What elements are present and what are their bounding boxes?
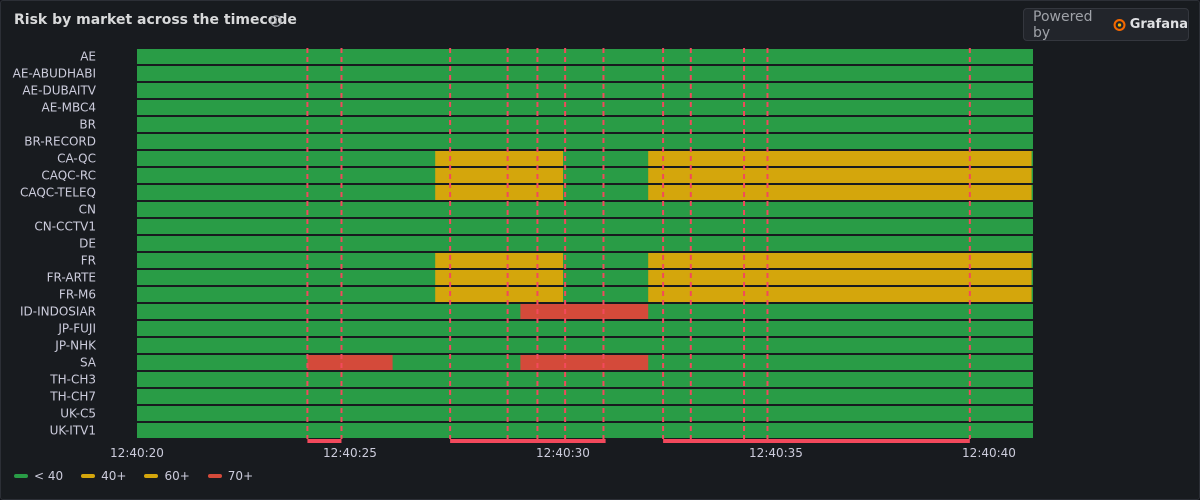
state-bar-br[interactable] (137, 117, 1033, 132)
market-label: UK-C5 (60, 407, 96, 421)
state-bar-ae[interactable] (137, 49, 1033, 64)
timeline-rows (137, 49, 1033, 438)
state-segment-medium[interactable] (435, 287, 563, 302)
market-label: FR-ARTE (47, 271, 96, 285)
state-segment-medium[interactable] (648, 151, 1032, 166)
state-timeline-chart: AE AE-ABUDHABI AE-DUBAITV AE-MBC4 BR BR-RECOR… (13, 48, 1033, 460)
state-segment-medium[interactable] (648, 168, 1032, 183)
state-segment-medium[interactable] (435, 270, 563, 285)
legend-item[interactable]: 60+ (144, 469, 190, 483)
market-label: CN-CCTV1 (34, 220, 96, 234)
state-bar-ae-mbc4[interactable] (137, 100, 1033, 115)
legend-swatch (14, 474, 28, 478)
market-label: BR-RECORD (24, 135, 96, 149)
state-bar-cn-cctv1[interactable] (137, 219, 1033, 234)
annotation-region-marker[interactable] (663, 439, 970, 443)
market-label: UK-ITV1 (50, 424, 96, 438)
state-bar-jp-nhk[interactable] (137, 338, 1033, 353)
market-label: FR-M6 (59, 288, 96, 302)
state-bar-uk-c5[interactable] (137, 406, 1033, 421)
state-bar-cn[interactable] (137, 202, 1033, 217)
state-segment-medium[interactable] (435, 185, 563, 200)
state-segment-medium[interactable] (435, 151, 563, 166)
powered-by-text: Powered by (1033, 8, 1093, 41)
state-segment-high[interactable] (520, 304, 649, 319)
market-label: ID-INDOSIAR (20, 305, 96, 319)
grafana-brand-text: Grafana (1129, 17, 1188, 32)
state-bar-ae-dubaitv[interactable] (137, 83, 1033, 98)
chart-legend: < 40 40+ 60+ 70+ (14, 469, 253, 483)
state-segment-medium[interactable] (648, 185, 1032, 200)
x-tick-label: 12:40:40 (962, 446, 1016, 460)
x-tick-label: 12:40:25 (323, 446, 377, 460)
legend-label: 70+ (227, 469, 254, 483)
state-segment-high[interactable] (307, 355, 393, 370)
state-bar-br-record[interactable] (137, 134, 1033, 149)
market-label: JP-FUJI (57, 322, 96, 336)
market-label: CAQC-TELEQ (20, 186, 96, 200)
state-bar-jp-fuji[interactable] (137, 321, 1033, 336)
market-label: AE-ABUDHABI (13, 67, 96, 81)
legend-swatch (207, 474, 222, 478)
grafana-logo-icon (1113, 18, 1126, 31)
state-segment-high[interactable] (520, 355, 649, 370)
market-label: TH-CH3 (49, 373, 96, 387)
state-segment-medium[interactable] (648, 270, 1032, 285)
market-label: DE (79, 237, 96, 251)
legend-label: 60+ (164, 469, 190, 483)
annotation-region-marker[interactable] (450, 439, 606, 443)
powered-by-badge[interactable]: Powered by Grafana (1023, 8, 1189, 41)
state-bar-ae-abudhabi[interactable] (137, 66, 1033, 81)
legend-label: < 40 (34, 469, 64, 483)
market-label: TH-CH7 (49, 390, 96, 404)
legend-swatch (81, 474, 96, 478)
market-label: CAQC-RC (41, 169, 96, 183)
legend-label: 40+ (101, 469, 127, 483)
market-label: AE-DUBAITV (22, 84, 96, 98)
state-segment-medium[interactable] (648, 253, 1032, 268)
market-label: SA (80, 356, 97, 370)
market-label: FR (81, 254, 96, 268)
legend-item[interactable]: < 40 (14, 469, 63, 483)
legend-item[interactable]: 40+ (81, 469, 126, 483)
legend-swatch (144, 474, 159, 478)
state-bar-th-ch7[interactable] (137, 389, 1033, 404)
state-segment-medium[interactable] (435, 168, 563, 183)
market-label: CA-QC (57, 152, 96, 166)
legend-item[interactable]: 70+ (207, 469, 254, 483)
state-bar-de[interactable] (137, 236, 1033, 251)
state-segment-medium[interactable] (435, 253, 563, 268)
state-bar-th-ch3[interactable] (137, 372, 1033, 387)
market-label: AE-MBC4 (41, 101, 96, 115)
x-tick-label: 12:40:35 (749, 446, 803, 460)
market-label: AE (80, 50, 96, 64)
market-label: CN (79, 203, 96, 217)
market-label: JP-NHK (54, 339, 97, 353)
x-tick-label: 12:40:20 (110, 446, 164, 460)
market-label: BR (79, 118, 96, 132)
state-bar-uk-itv1[interactable] (137, 423, 1033, 438)
x-tick-label: 12:40:30 (536, 446, 590, 460)
state-segment-medium[interactable] (648, 287, 1032, 302)
annotation-region-marker[interactable] (307, 439, 342, 443)
